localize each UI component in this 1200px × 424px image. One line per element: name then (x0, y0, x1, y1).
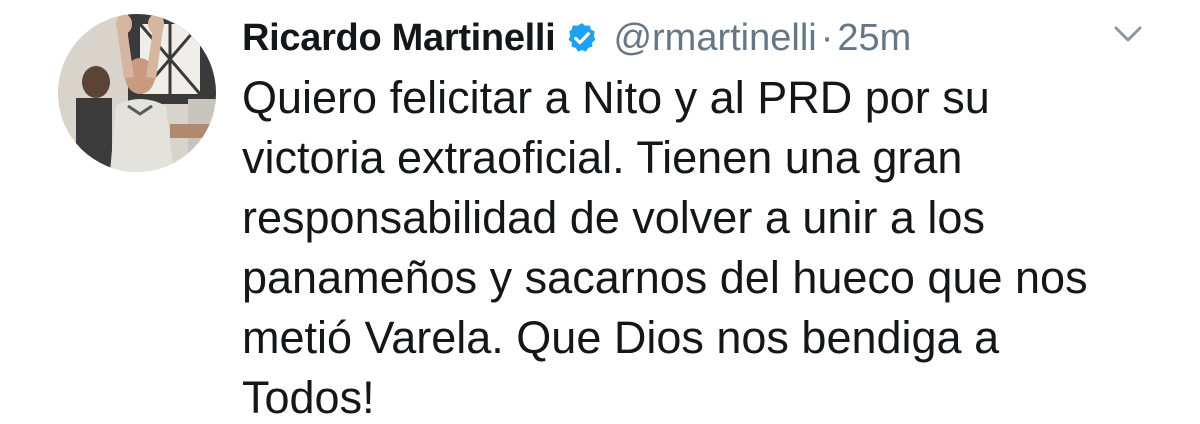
tweet-text-line: panameños y sacarnos del hueco que nos (242, 252, 1088, 303)
tweet: Ricardo Martinelli @rmartinelli · 25m Qu… (0, 0, 1200, 424)
tweet-header: Ricardo Martinelli @rmartinelli · 25m (242, 8, 911, 68)
tweet-text-line: Todos! (242, 372, 375, 423)
chevron-down-icon[interactable] (1112, 22, 1144, 46)
username-handle[interactable]: @rmartinelli (613, 17, 816, 60)
tweet-text-line: metió Varela. Que Dios nos bendiga a (242, 312, 1000, 363)
tweet-text-line: Quiero felicitar a Nito y al PRD por su (242, 72, 990, 123)
avatar-photo (58, 14, 216, 172)
tweet-text-line: victoria extraoficial. Tienen una gran (242, 132, 963, 183)
verified-badge-icon (565, 21, 599, 55)
tweet-text: Quiero felicitar a Nito y al PRD por su … (242, 68, 1162, 424)
tweet-text-line: responsabilidad de volver a unir a los (242, 192, 985, 243)
avatar[interactable] (58, 14, 216, 172)
timestamp[interactable]: 25m (837, 17, 911, 60)
display-name[interactable]: Ricardo Martinelli (242, 17, 556, 60)
separator-dot: · (820, 16, 834, 59)
